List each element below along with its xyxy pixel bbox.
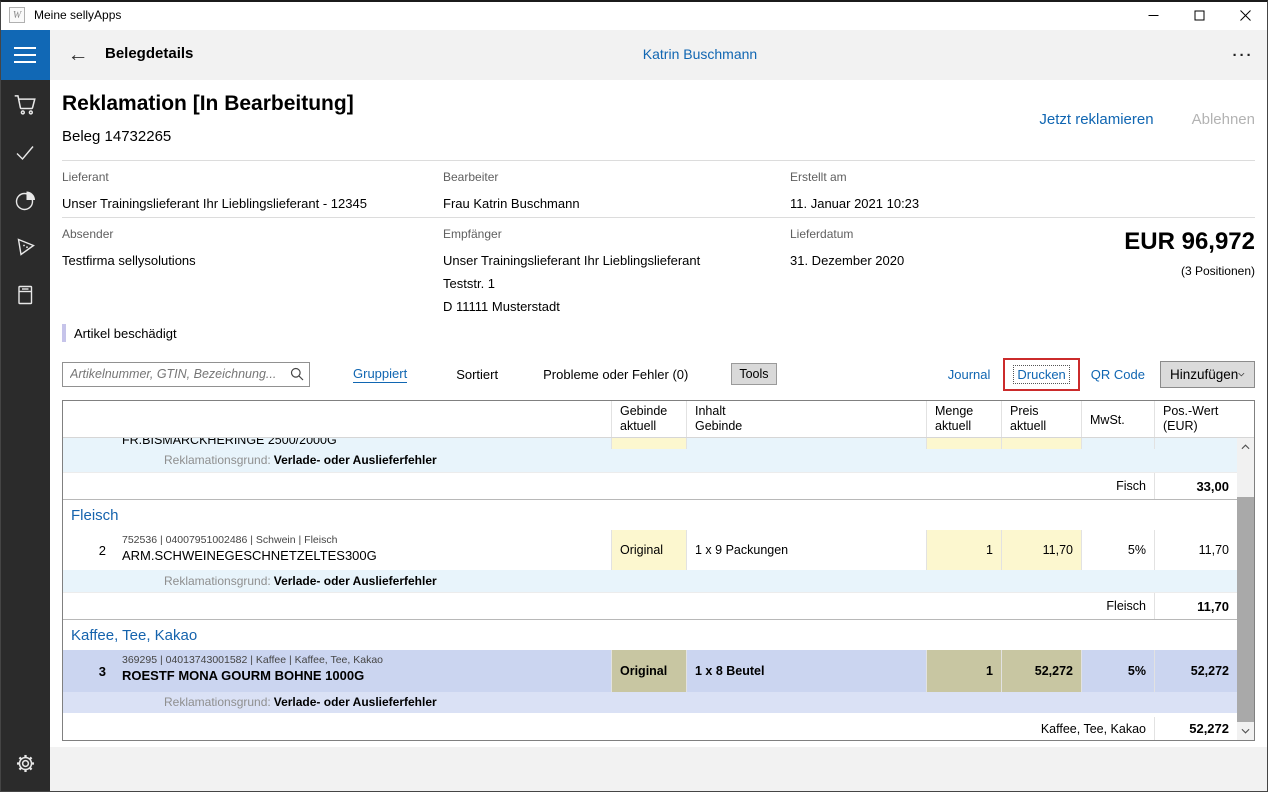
sidebar-item-pie-chart[interactable]	[0, 183, 50, 217]
journal-link[interactable]: Journal	[948, 367, 991, 382]
gear-icon	[16, 754, 34, 772]
probleme-tab[interactable]: Probleme oder Fehler (0)	[543, 367, 688, 382]
reason-row[interactable]: Reklamationsgrund: Verlade- oder Ausliefe…	[63, 570, 1237, 592]
menu-button[interactable]	[0, 30, 50, 80]
reason-row[interactable]: Reklamationsgrund: Verlade- oder Ausliefe…	[63, 692, 1237, 713]
window-controls	[1130, 0, 1268, 30]
content-area: Reklamation [In Bearbeitung] Beleg 14732…	[50, 80, 1268, 792]
column-header-menge: Menge aktuell	[926, 401, 1001, 437]
sidebar-item-book[interactable]	[0, 278, 50, 312]
column-header-empty	[63, 401, 116, 437]
column-header-gebinde: Gebinde aktuell	[611, 401, 686, 437]
damage-tag: Artikel beschädigt	[62, 324, 177, 342]
field-empfaenger: Empfänger Unser Trainingslieferant Ihr L…	[443, 227, 701, 314]
sidebar	[0, 30, 50, 792]
back-button[interactable]: ←	[64, 41, 92, 69]
header-bar: ← Belegdetails Katrin Buschmann ···	[50, 30, 1268, 80]
close-button[interactable]	[1222, 0, 1268, 30]
group-total-row-fisch: Fisch 33,00	[63, 472, 1237, 500]
app-title: Meine sellyApps	[34, 8, 122, 22]
maximize-button[interactable]	[1176, 0, 1222, 30]
minimize-button[interactable]	[1130, 0, 1176, 30]
field-bearbeiter: Bearbeiter Frau Katrin Buschmann	[443, 170, 580, 211]
book-icon	[18, 285, 33, 305]
group-header-fleisch: Fleisch	[71, 506, 119, 524]
search-icon	[285, 367, 309, 381]
gruppiert-tab[interactable]: Gruppiert	[353, 366, 408, 383]
pennant-icon	[17, 237, 35, 256]
list-toolbar: Gruppiert Sortiert Probleme oder Fehler …	[62, 356, 1255, 392]
column-header-inhalt: Inhalt Gebinde	[686, 401, 926, 437]
scroll-down-button[interactable]	[1237, 722, 1254, 740]
article-row[interactable]: 2 752536 | 04007951002486 | Schwein | Fl…	[63, 530, 1237, 570]
positions-table: Gebinde aktuell Inhalt Gebinde Menge aktuel…	[62, 400, 1255, 741]
group-total-row-fleisch: Fleisch 11,70	[63, 592, 1237, 620]
divider	[62, 217, 1255, 218]
titlebar: W Meine sellyApps	[0, 0, 1268, 30]
article-row-partial[interactable]: FR.BISMARCKHERINGE 2500/2000G	[63, 438, 1237, 449]
hinzufuegen-dropdown[interactable]: Hinzufügen	[1160, 360, 1255, 388]
page-title: Belegdetails	[105, 45, 194, 62]
ablehnen-button[interactable]: Ablehnen	[1192, 111, 1255, 128]
column-header-article	[116, 401, 611, 437]
hamburger-icon	[14, 47, 36, 49]
annotation-highlight-box: Drucken	[1003, 357, 1080, 391]
sidebar-item-check[interactable]	[0, 135, 50, 169]
tools-button[interactable]: Tools	[731, 363, 777, 385]
scroll-up-button[interactable]	[1237, 438, 1254, 456]
minimize-icon	[1148, 14, 1158, 16]
scrollbar-thumb[interactable]	[1237, 497, 1254, 722]
positions-count: (3 Positionen)	[1180, 264, 1255, 278]
chevron-down-icon	[1241, 728, 1250, 734]
qr-code-link[interactable]: QR Code	[1091, 367, 1145, 382]
ellipsis-icon: ···	[1232, 46, 1254, 64]
table-header-row: Gebinde aktuell Inhalt Gebinde Menge aktuel…	[63, 401, 1254, 438]
field-erstellt-am: Erstellt am 11. Januar 2021 10:23	[790, 170, 920, 211]
app-icon: W	[9, 7, 25, 23]
check-icon	[16, 146, 34, 161]
document-panel: Reklamation [In Bearbeitung] Beleg 14732…	[50, 80, 1268, 747]
column-header-poswert: Pos.-Wert (EUR)	[1154, 401, 1237, 437]
field-absender: Absender Testfirma sellysolutions	[62, 227, 196, 268]
group-total-row-kaffee: Kaffee, Tee, Kakao 52,272	[63, 717, 1237, 740]
sortiert-tab[interactable]: Sortiert	[456, 367, 498, 382]
search-input[interactable]	[63, 362, 285, 386]
sidebar-item-settings[interactable]	[0, 746, 50, 780]
field-lieferdatum: Lieferdatum 31. Dezember 2020	[790, 227, 905, 268]
table-scrollbar[interactable]	[1237, 438, 1254, 740]
reason-row[interactable]: Reklamationsgrund: Verlade- oder Ausliefe…	[63, 449, 1237, 472]
back-arrow-icon: ←	[67, 43, 89, 66]
cart-icon	[14, 95, 36, 115]
sidebar-item-cart[interactable]	[0, 87, 50, 121]
more-button[interactable]: ···	[1228, 40, 1258, 70]
document-number: Beleg 14732265	[62, 128, 172, 145]
column-header-preis: Preis aktuell	[1001, 401, 1081, 437]
divider	[62, 160, 1255, 161]
sidebar-item-pennant[interactable]	[0, 230, 50, 264]
chevron-up-icon	[1241, 444, 1250, 450]
total-amount: EUR 96,972	[1124, 228, 1255, 255]
jetzt-reklamieren-button[interactable]: Jetzt reklamieren	[1039, 111, 1153, 128]
article-row-selected[interactable]: 3 369295 | 04013743001582 | Kaffee | Kaf…	[63, 650, 1237, 692]
column-header-mwst: MwSt.	[1081, 401, 1154, 437]
user-name: Katrin Buschmann	[642, 46, 758, 62]
search-box	[62, 361, 310, 387]
drucken-link[interactable]: Drucken	[1013, 364, 1070, 384]
group-header-kaffee: Kaffee, Tee, Kakao	[71, 626, 198, 644]
pie-chart-icon	[15, 191, 35, 210]
document-title: Reklamation [In Bearbeitung]	[62, 92, 354, 115]
field-lieferant: Lieferant Unser Trainingslieferant Ihr L…	[62, 170, 367, 211]
close-icon	[1239, 9, 1251, 21]
maximize-icon	[1194, 10, 1204, 20]
tag-color-bar	[62, 324, 66, 342]
chevron-down-icon	[1238, 372, 1245, 376]
